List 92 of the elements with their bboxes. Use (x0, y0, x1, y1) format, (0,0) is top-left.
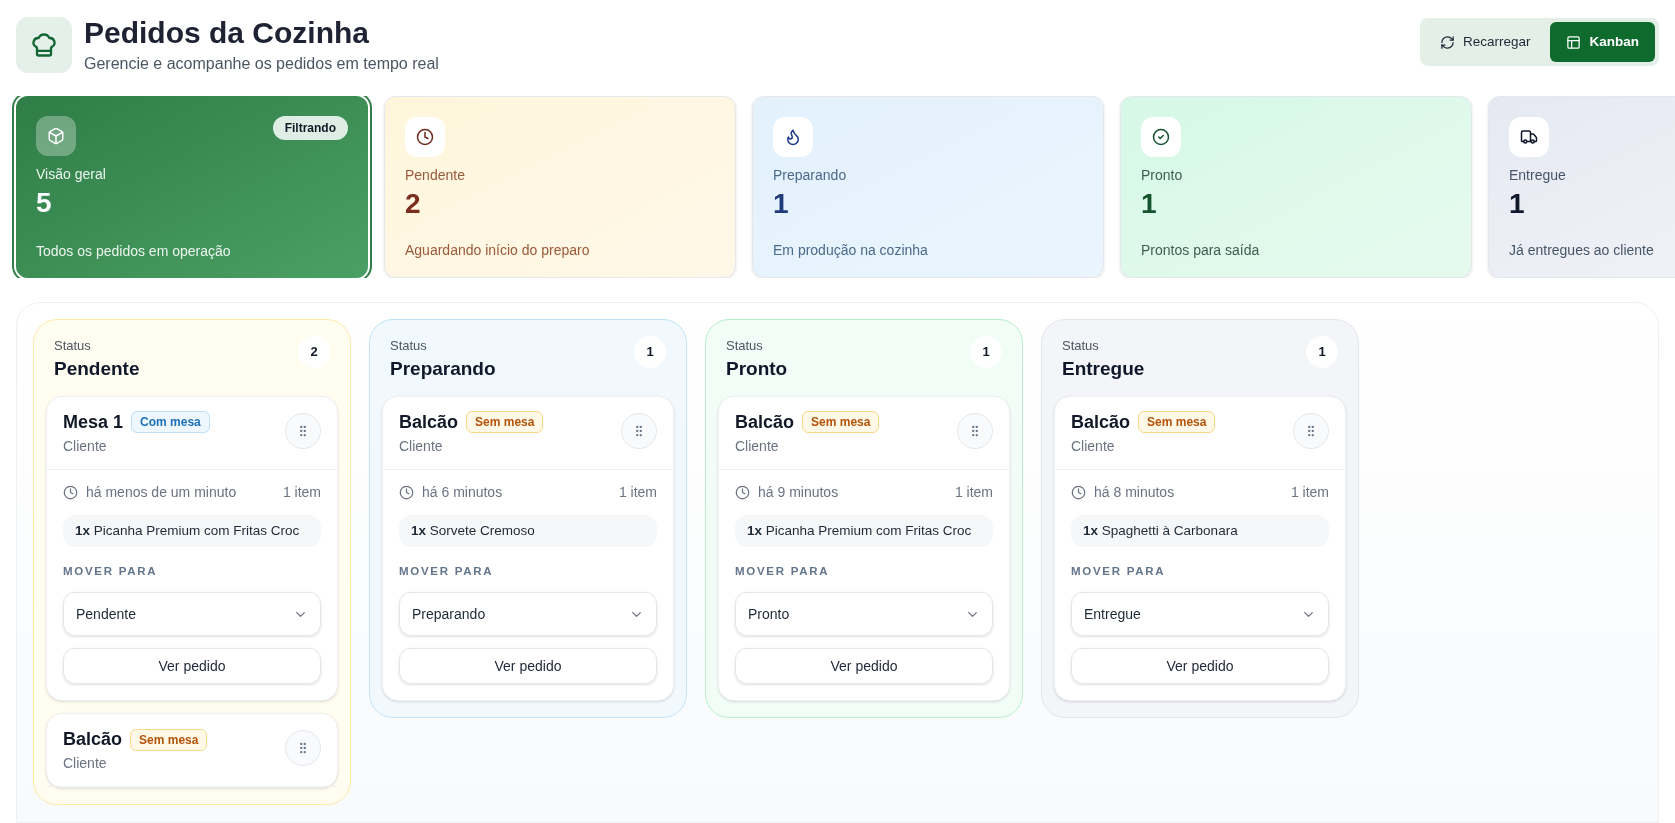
order-title: Mesa 1 (63, 410, 124, 434)
view-order-button[interactable]: Ver pedido (1071, 648, 1329, 684)
stat-card[interactable]: Entregue 1 Já entregues ao cliente (1488, 95, 1675, 278)
view-order-button[interactable]: Ver pedido (399, 648, 657, 684)
column-caption: Status (54, 336, 92, 355)
status-select[interactable]: Entregue (1071, 592, 1329, 636)
stat-label: Pronto (1141, 165, 1184, 185)
stat-caption: Em produção na cozinha (773, 240, 929, 260)
column-title: Entregue (1062, 357, 1145, 381)
move-label: MOVER PARA (1071, 563, 1167, 579)
drag-handle[interactable] (285, 730, 321, 766)
customer-name: Cliente (399, 436, 444, 456)
order-title: Balcão (735, 410, 795, 434)
chef-hat-icon (16, 16, 72, 73)
item-count: 1 item (618, 482, 657, 502)
status-select[interactable]: Pendente (63, 592, 321, 636)
order-time: há 8 minutos (1094, 482, 1175, 502)
view-order-button[interactable]: Ver pedido (735, 648, 993, 684)
customer-name: Cliente (63, 436, 108, 456)
stat-icon (1509, 116, 1549, 157)
toolbar-button[interactable]: Recarregar (1423, 22, 1547, 62)
column-title: Pendente (54, 357, 140, 381)
clock-icon (63, 484, 78, 500)
refresh-icon (1439, 34, 1455, 50)
drag-handle[interactable] (285, 412, 321, 449)
order-title: Balcão (399, 410, 459, 434)
item-count: 1 item (282, 482, 321, 502)
stat-caption: Já entregues ao cliente (1509, 240, 1655, 260)
drag-handle[interactable] (621, 412, 657, 449)
item-count: 1 item (954, 482, 993, 502)
order-tag: Com mesa (131, 411, 210, 433)
customer-name: Cliente (735, 436, 780, 456)
order-tag: Sem mesa (130, 728, 208, 751)
order-tag: Sem mesa (1138, 411, 1216, 433)
status-select[interactable]: Preparando (399, 592, 657, 636)
stat-icon (405, 116, 445, 157)
stat-label: Preparando (773, 165, 848, 185)
toolbar-button[interactable]: Kanban (1550, 22, 1655, 62)
order-tag: Sem mesa (466, 411, 544, 433)
filter-badge: Filtrando (272, 115, 348, 140)
customer-name: Cliente (1071, 436, 1116, 456)
stat-value: 1 (1509, 186, 1526, 221)
stat-caption: Prontos para saída (1141, 240, 1261, 260)
order-time: há menos de um minuto (86, 482, 237, 502)
stat-card[interactable]: Preparando 1 Em produção na cozinha (752, 95, 1104, 278)
stat-value: 2 (405, 186, 422, 221)
order-item: 1x Spaghetti à Carbonara (1071, 514, 1329, 547)
stat-card[interactable]: Pronto 1 Prontos para saída (1120, 95, 1472, 278)
stat-caption: Aguardando início do preparo (405, 240, 591, 260)
stat-icon (1141, 116, 1181, 157)
drag-handle[interactable] (957, 412, 993, 449)
stat-label: Entregue (1509, 165, 1567, 185)
order-time: há 9 minutos (758, 482, 839, 502)
stat-label: Pendente (405, 165, 466, 185)
stat-value: 5 (36, 185, 53, 220)
drag-handle[interactable] (1293, 412, 1329, 449)
move-label: MOVER PARA (63, 563, 159, 579)
item-count: 1 item (1290, 482, 1329, 502)
column-title: Preparando (390, 357, 496, 381)
column-count: 1 (634, 335, 666, 368)
column-caption: Status (1062, 336, 1100, 355)
order-item: 1x Sorvete Cremoso (399, 514, 657, 547)
status-select[interactable]: Pronto (735, 592, 993, 636)
clock-icon (399, 484, 414, 500)
stat-label: Visão geral (36, 164, 107, 184)
view-order-button[interactable]: Ver pedido (63, 648, 321, 684)
order-item: 1x Picanha Premium com Fritas Croc (735, 514, 993, 547)
page-title: Pedidos da Cozinha (84, 15, 371, 51)
order-title: Balcão (1071, 410, 1131, 434)
order-tag: Sem mesa (802, 411, 880, 433)
stat-icon (36, 115, 76, 156)
clock-icon (735, 484, 750, 500)
order-time: há 6 minutos (422, 482, 503, 502)
column-caption: Status (390, 336, 428, 355)
column-count: 1 (1306, 335, 1338, 368)
customer-name: Cliente (63, 754, 108, 773)
stat-value: 1 (773, 186, 790, 221)
order-title: Balcão (63, 728, 123, 751)
move-label: MOVER PARA (735, 563, 831, 579)
page-subtitle: Gerencie e acompanhe os pedidos em tempo real (84, 53, 439, 74)
column-title: Pronto (726, 357, 788, 381)
stat-icon (773, 116, 813, 157)
stat-value: 1 (1141, 186, 1158, 221)
layout-icon (1566, 34, 1582, 50)
column-count: 1 (970, 335, 1002, 368)
clock-icon (1071, 484, 1086, 500)
column-caption: Status (726, 336, 764, 355)
order-item: 1x Picanha Premium com Fritas Croc (63, 514, 321, 547)
stat-card[interactable]: Pendente 2 Aguardando início do preparo (384, 95, 736, 278)
column-count: 2 (298, 335, 330, 368)
stat-caption: Todos os pedidos em operação (36, 241, 232, 261)
move-label: MOVER PARA (399, 563, 495, 579)
